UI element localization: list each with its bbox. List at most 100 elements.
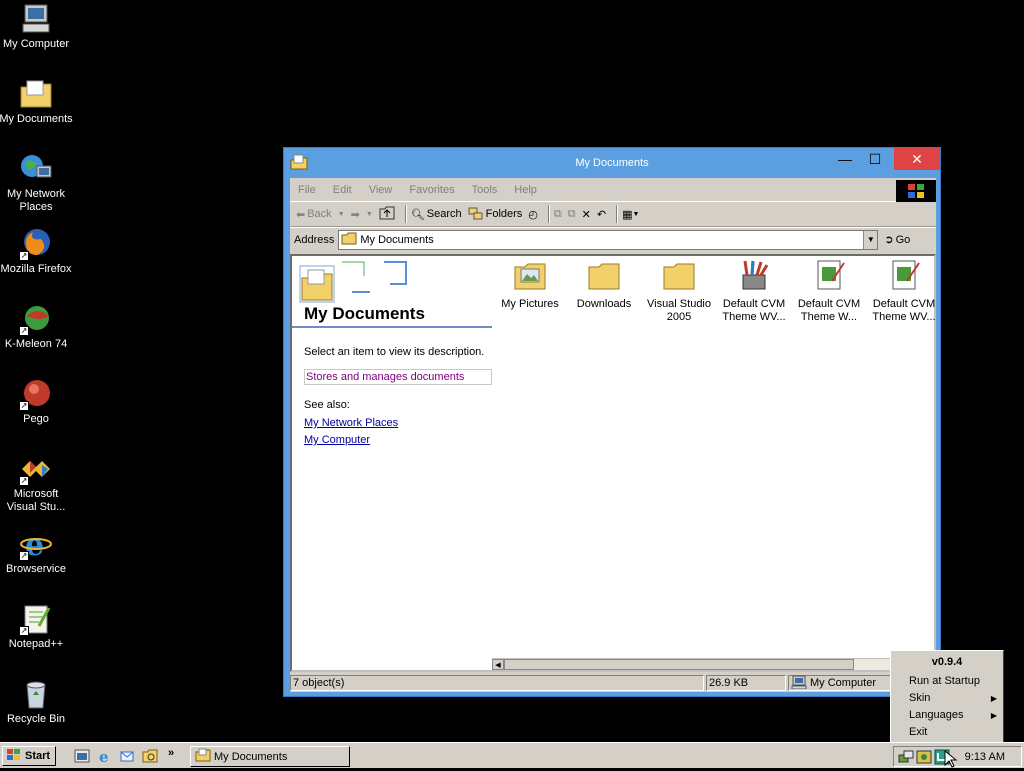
- folder-view[interactable]: My Documents Select an item to view its …: [290, 254, 936, 672]
- desktop-icon-pego[interactable]: ↗ Pego: [0, 377, 72, 426]
- undo-button[interactable]: ↶: [597, 208, 606, 221]
- desktop-icon-browservice[interactable]: e ↗ Browservice: [0, 527, 72, 576]
- maximize-button[interactable]: ☐: [860, 148, 890, 170]
- scroll-left-button[interactable]: ◀: [492, 659, 504, 670]
- desktop-icon-my-computer[interactable]: My Computer: [0, 2, 72, 51]
- folders-button[interactable]: Folders: [468, 206, 522, 223]
- copy-to-icon: ⧉: [567, 207, 576, 220]
- tray-context-menu: v0.9.4 Run at Startup Skin ▶ Languages ▶ E…: [890, 650, 1004, 746]
- paint-brushes-icon: [737, 259, 771, 294]
- desktop-icon-label: My Documents: [0, 113, 73, 125]
- search-button[interactable]: 🔍︎ Search: [411, 208, 462, 221]
- quicklaunch-explorer-icon[interactable]: [142, 748, 158, 764]
- desktop-icon-my-documents[interactable]: My Documents: [0, 77, 73, 126]
- desktop-icon-firefox[interactable]: ↗ Mozilla Firefox: [0, 227, 72, 276]
- up-folder-icon: [379, 206, 395, 223]
- web-view-description: Select an item to view its description.: [304, 346, 485, 358]
- address-label: Address: [294, 233, 335, 246]
- views-grid-icon: ▦: [622, 208, 633, 221]
- close-button[interactable]: ✕: [894, 148, 940, 170]
- shortcut-arrow-icon: ↗: [19, 551, 29, 561]
- quicklaunch-show-desktop-icon[interactable]: [74, 748, 90, 764]
- chevron-down-icon: ▼: [365, 210, 373, 218]
- move-to-button[interactable]: ⧉: [554, 208, 562, 221]
- desktop-icon-label: Microsoft Visual Stu...: [6, 488, 66, 513]
- pego-icon: ↗: [19, 377, 53, 411]
- file-item-downloads[interactable]: Downloads: [567, 259, 641, 311]
- undo-icon: ↶: [596, 208, 607, 221]
- address-dropdown-button[interactable]: ▼: [863, 230, 878, 249]
- address-input[interactable]: My Documents ▼: [338, 229, 879, 250]
- svg-text:e: e: [99, 748, 109, 764]
- start-button[interactable]: Start: [2, 746, 56, 766]
- up-folder-button[interactable]: [379, 206, 395, 223]
- quicklaunch-internet-explorer-icon[interactable]: e: [97, 748, 113, 766]
- views-button[interactable]: ▦ ▼: [622, 208, 639, 221]
- shortcut-arrow-icon: ↗: [19, 401, 29, 411]
- file-item-visual-studio-2005[interactable]: Visual Studio 2005: [642, 259, 716, 324]
- menu-item-run-at-startup[interactable]: Run at Startup: [891, 673, 1003, 690]
- title-bar[interactable]: My Documents — ☐ ✕: [284, 148, 940, 178]
- history-button[interactable]: ◴: [528, 208, 538, 221]
- delete-x-icon: ✕: [581, 208, 591, 221]
- menu-edit[interactable]: Edit: [333, 184, 352, 196]
- minimize-button[interactable]: —: [830, 148, 860, 170]
- menu-item-exit[interactable]: Exit: [891, 724, 1003, 741]
- copy-to-button[interactable]: ⧉: [568, 208, 576, 221]
- desktop-icon-visual-studio[interactable]: ↗ Microsoft Visual Stu...: [0, 452, 72, 514]
- notepadpp-icon: ↗: [19, 602, 53, 636]
- shortcut-arrow-icon: ↗: [19, 476, 29, 486]
- desktop-icon-network-places[interactable]: My Network Places: [0, 152, 72, 214]
- forward-button[interactable]: ➡ ▼: [351, 208, 373, 221]
- context-menu-version: v0.9.4: [931, 656, 963, 668]
- quicklaunch-chevron[interactable]: »: [168, 747, 174, 759]
- desktop-icon-label: My Computer: [2, 38, 70, 50]
- documents-folder-icon: [341, 231, 357, 248]
- link-my-network-places[interactable]: My Network Places: [304, 417, 398, 429]
- file-item-my-pictures[interactable]: My Pictures: [493, 259, 567, 311]
- tray-network-icon[interactable]: [898, 749, 914, 768]
- explorer-window[interactable]: My Documents — ☐ ✕ File Edit View Favori…: [283, 147, 941, 697]
- chevron-down-icon: ▼: [632, 210, 640, 218]
- menu-item-languages[interactable]: Languages ▶: [891, 707, 1003, 724]
- desktop-icon-recycle-bin[interactable]: Recycle Bin: [0, 677, 72, 726]
- chevron-down-icon: ▼: [337, 210, 345, 218]
- taskbar-item-my-documents[interactable]: My Documents: [190, 746, 350, 767]
- menu-view[interactable]: View: [369, 184, 393, 196]
- desktop-icon-label: K-Meleon 74: [4, 338, 68, 350]
- desktop-icon-notepadpp[interactable]: ↗ Notepad++: [0, 602, 72, 651]
- menu-help[interactable]: Help: [514, 184, 537, 196]
- menu-tools[interactable]: Tools: [472, 184, 498, 196]
- scroll-thumb[interactable]: [504, 659, 854, 670]
- folders-icon: [468, 206, 484, 223]
- see-also-label: See also:: [304, 399, 350, 411]
- link-my-computer[interactable]: My Computer: [304, 434, 370, 446]
- desktop-icon-label: Recycle Bin: [6, 713, 66, 725]
- forward-arrow-icon: ➡: [350, 208, 360, 221]
- recycle-bin-icon: [19, 677, 53, 711]
- horizontal-scrollbar[interactable]: ◀: [492, 658, 892, 670]
- folder-icon: [662, 259, 696, 294]
- chevron-down-icon: ▼: [866, 235, 875, 244]
- clock[interactable]: 9:13 AM: [965, 751, 1005, 763]
- shortcut-arrow-icon: ↗: [19, 251, 29, 261]
- menu-item-skin[interactable]: Skin ▶: [891, 690, 1003, 707]
- tray-app-icon[interactable]: [916, 749, 932, 768]
- file-item-default-cvm-theme-1[interactable]: Default CVM Theme WV...: [717, 259, 791, 324]
- back-button[interactable]: ⬅ Back ▼: [296, 208, 345, 221]
- toolbar-separator: [404, 205, 407, 223]
- web-view-panel: My Documents Select an item to view its …: [292, 256, 496, 666]
- quicklaunch-outlook-icon[interactable]: [119, 748, 135, 764]
- toolbar: ⬅ Back ▼ ➡ ▼ 🔍︎ Search Folders ◴ ⧉ ⧉ ✕ ↶…: [290, 202, 936, 227]
- delete-button[interactable]: ✕: [582, 208, 591, 221]
- menu-favorites[interactable]: Favorites: [409, 184, 454, 196]
- desktop-icon-label: Notepad++: [8, 638, 64, 650]
- go-button[interactable]: ➲ Go: [884, 233, 910, 247]
- file-item-default-cvm-theme-2[interactable]: Default CVM Theme W...: [792, 259, 866, 324]
- folder-icon: [587, 259, 621, 294]
- menu-file[interactable]: File: [298, 184, 316, 196]
- web-view-divider: [292, 326, 492, 328]
- file-item-default-cvm-theme-3[interactable]: Default CVM Theme WV...: [867, 259, 941, 324]
- kmeleon-icon: ↗: [19, 302, 53, 336]
- desktop-icon-kmeleon[interactable]: ↗ K-Meleon 74: [0, 302, 72, 351]
